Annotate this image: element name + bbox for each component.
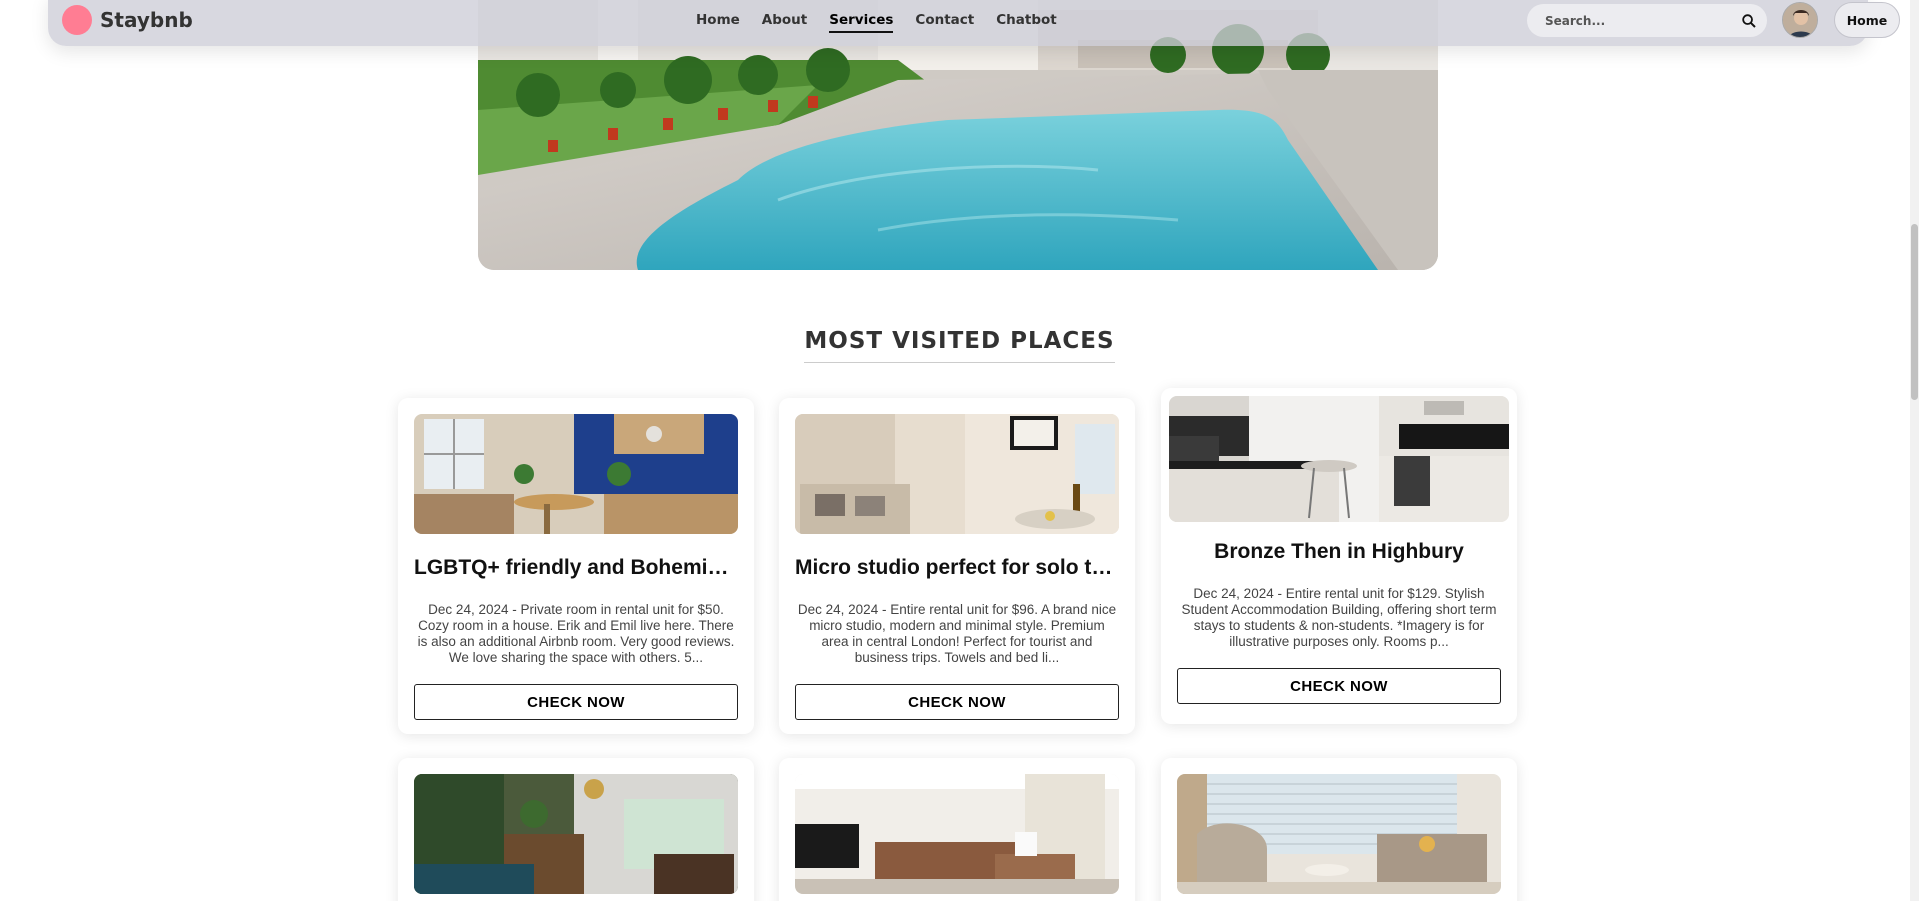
place-description: Dec 24, 2024 - Entire rental unit for $9… <box>797 602 1117 665</box>
place-card: LGBTQ+ friendly and Bohemian Room in Cen… <box>398 398 754 734</box>
search-icon[interactable] <box>1741 13 1757 29</box>
place-image[interactable] <box>1169 396 1509 522</box>
navbar: Staybnb Home About Services Contact Chat… <box>48 0 1900 46</box>
place-image[interactable] <box>1177 774 1501 894</box>
place-description: Dec 24, 2024 - Private room in rental un… <box>417 602 735 665</box>
place-title[interactable]: Micro studio perfect for solo travellers <box>795 556 1119 580</box>
section-title-text: MOST VISITED PLACES <box>804 328 1115 363</box>
check-now-button[interactable]: CHECK NOW <box>795 684 1119 720</box>
nav-link-contact[interactable]: Contact <box>915 12 974 33</box>
check-now-button[interactable]: CHECK NOW <box>1177 668 1501 704</box>
brand-dot-icon <box>62 5 92 35</box>
nav-link-chatbot[interactable]: Chatbot <box>996 12 1056 33</box>
place-title[interactable]: LGBTQ+ friendly and Bohemian Room in Cen… <box>414 556 738 580</box>
place-card <box>1161 758 1517 901</box>
home-button[interactable]: Home <box>1834 2 1900 38</box>
search-input[interactable] <box>1545 13 1741 28</box>
nav-link-services[interactable]: Services <box>829 12 894 33</box>
place-card: Bronze Then in Highbury Dec 24, 2024 - E… <box>1161 388 1517 724</box>
nav-link-home[interactable]: Home <box>696 12 740 33</box>
place-description: Dec 24, 2024 - Entire rental unit for $1… <box>1181 586 1497 649</box>
place-card: Micro studio perfect for solo travellers… <box>779 398 1135 734</box>
place-card <box>779 758 1135 901</box>
nav-links: Home About Services Contact Chatbot <box>696 12 1057 33</box>
page: Staybnb Home About Services Contact Chat… <box>0 0 1919 901</box>
search-box <box>1527 4 1767 37</box>
scrollbar-thumb[interactable] <box>1911 224 1918 400</box>
nav-link-about[interactable]: About <box>762 12 807 33</box>
place-image[interactable] <box>795 414 1119 534</box>
check-now-button[interactable]: CHECK NOW <box>414 684 738 720</box>
page-scrollbar[interactable] <box>1910 0 1919 901</box>
place-image[interactable] <box>414 414 738 534</box>
section-title: MOST VISITED PLACES <box>0 328 1919 363</box>
avatar[interactable] <box>1782 2 1818 38</box>
place-image[interactable] <box>795 774 1119 894</box>
place-card <box>398 758 754 901</box>
place-image[interactable] <box>414 774 738 894</box>
place-title[interactable]: Bronze Then in Highbury <box>1177 540 1501 564</box>
brand-name: Staybnb <box>100 8 193 32</box>
brand-logo[interactable]: Staybnb <box>62 5 193 35</box>
